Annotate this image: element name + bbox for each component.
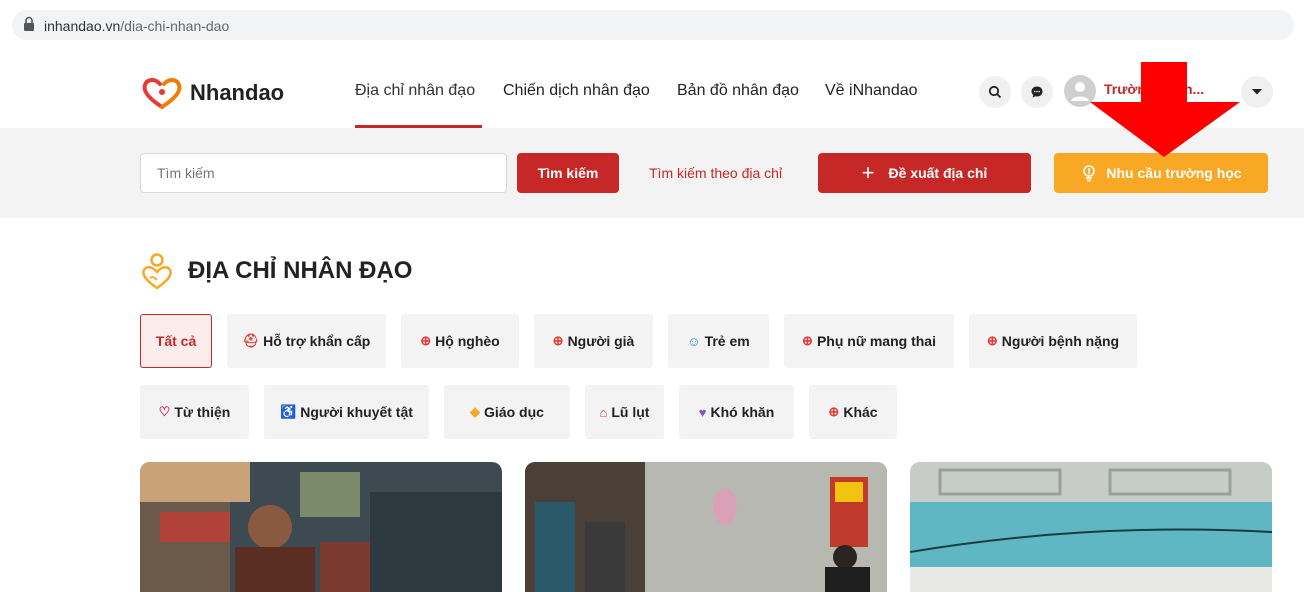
flood-house-icon: ⌂ xyxy=(599,404,608,420)
logo-text: Nhandao xyxy=(190,80,285,105)
baby-icon: ☺ xyxy=(687,333,701,349)
category-chip-all[interactable]: Tất cả xyxy=(140,314,212,368)
chat-button[interactable] xyxy=(1021,76,1053,108)
red-cross-icon: ⊕ xyxy=(420,333,432,348)
address-card-2[interactable] xyxy=(525,462,887,592)
category-chip-emergency[interactable]: ⛑ Hỗ trợ khẩn cấp xyxy=(227,314,386,368)
category-chip-children[interactable]: ☺ Trẻ em xyxy=(668,314,769,368)
card-image xyxy=(140,462,502,592)
nav-ban-do-nhan-dao[interactable]: Bản đồ nhân đạo xyxy=(677,82,799,100)
sos-icon: ⛑ xyxy=(242,333,260,348)
browser-url-bar: inhandao.vn/dia-chi-nhan-dao xyxy=(0,0,1304,48)
red-cross-icon: ⊕ xyxy=(828,404,840,419)
heart-icon: ♡ xyxy=(158,404,171,419)
category-chip-poor-household[interactable]: ⊕ Hộ nghèo xyxy=(401,314,519,368)
category-label: Người bệnh nặng xyxy=(1001,333,1120,349)
category-chip-charity[interactable]: ♡ Từ thiện xyxy=(140,385,249,439)
category-chip-disabled[interactable]: ♿ Người khuyết tật xyxy=(264,385,429,439)
search-by-address-link[interactable]: Tìm kiếm theo địa chỉ xyxy=(649,165,782,181)
user-menu-toggle[interactable] xyxy=(1241,76,1273,108)
search-icon xyxy=(988,85,1002,99)
category-label: Khó khăn xyxy=(710,404,775,420)
category-label: Người khuyết tật xyxy=(300,404,413,420)
card-image xyxy=(910,462,1272,592)
lock-icon xyxy=(24,16,34,31)
search-button-header[interactable] xyxy=(979,76,1011,108)
page-title: ĐỊA CHỈ NHÂN ĐẠO xyxy=(188,257,413,284)
school-needs-label: Nhu cầu trường học xyxy=(1106,165,1242,181)
graduation-cap-icon: ◆ xyxy=(470,404,481,419)
charity-icon xyxy=(142,253,172,290)
plus-icon: + xyxy=(861,160,875,185)
category-chip-seriously-ill[interactable]: ⊕ Người bệnh nặng xyxy=(969,314,1137,368)
annotation-arrow-icon xyxy=(1090,62,1240,157)
red-cross-icon: ⊕ xyxy=(986,333,998,348)
category-label: Hỗ trợ khẩn cấp xyxy=(263,333,371,349)
category-chip-flood[interactable]: ⌂ Lũ lụt xyxy=(585,385,664,439)
heart-logo-icon xyxy=(142,78,182,109)
address-card-1[interactable] xyxy=(140,462,502,592)
url-path: /dia-chi-nhan-dao xyxy=(120,18,230,34)
chat-icon xyxy=(1031,86,1043,98)
category-label: Hộ nghèo xyxy=(435,333,500,349)
category-label: Từ thiện xyxy=(174,404,231,420)
category-label: Trẻ em xyxy=(704,333,750,349)
nav-dia-chi-nhan-dao[interactable]: Địa chỉ nhân đạo xyxy=(355,82,475,100)
category-chip-education[interactable]: ◆ Giáo dục xyxy=(444,385,570,439)
search-input[interactable] xyxy=(140,153,507,193)
category-label: Khác xyxy=(843,404,878,420)
category-label: Giáo dục xyxy=(484,404,544,420)
nav-ve-inhandao[interactable]: Về iNhandao xyxy=(825,82,918,100)
category-label: Tất cả xyxy=(155,333,197,349)
caret-down-icon xyxy=(1252,89,1262,95)
red-cross-icon: ⊕ xyxy=(802,333,813,348)
category-chip-other[interactable]: ⊕ Khác xyxy=(809,385,897,439)
url-text[interactable]: inhandao.vn/dia-chi-nhan-dao xyxy=(44,18,229,34)
address-card-3[interactable] xyxy=(910,462,1272,592)
category-label: Phụ nữ mang thai xyxy=(816,333,936,349)
suggest-address-label: Đề xuất địa chỉ xyxy=(888,165,988,181)
category-label: Người già xyxy=(567,333,635,349)
site-logo[interactable]: Nhandao xyxy=(140,76,284,110)
lightbulb-icon xyxy=(1083,165,1096,182)
red-cross-icon: ⊕ xyxy=(552,333,564,348)
search-button[interactable]: Tìm kiếm xyxy=(517,153,619,193)
category-label: Lũ lụt xyxy=(611,404,650,420)
suggest-address-button[interactable]: + Đề xuất địa chỉ xyxy=(818,153,1031,193)
url-host: inhandao.vn xyxy=(44,18,121,34)
category-chip-hardship[interactable]: ♥ Khó khăn xyxy=(679,385,794,439)
category-chip-elderly[interactable]: ⊕ Người già xyxy=(534,314,653,368)
category-chip-pregnant[interactable]: ⊕ Phụ nữ mang thai xyxy=(784,314,954,368)
nav-chien-dich-nhan-dao[interactable]: Chiến dịch nhân đạo xyxy=(503,82,650,100)
hands-heart-icon: ♥ xyxy=(698,404,707,420)
section-header: ĐỊA CHỈ NHÂN ĐẠO xyxy=(140,252,412,290)
school-needs-button[interactable]: Nhu cầu trường học xyxy=(1054,153,1268,193)
wheelchair-icon: ♿ xyxy=(280,404,297,419)
card-image xyxy=(525,462,887,592)
